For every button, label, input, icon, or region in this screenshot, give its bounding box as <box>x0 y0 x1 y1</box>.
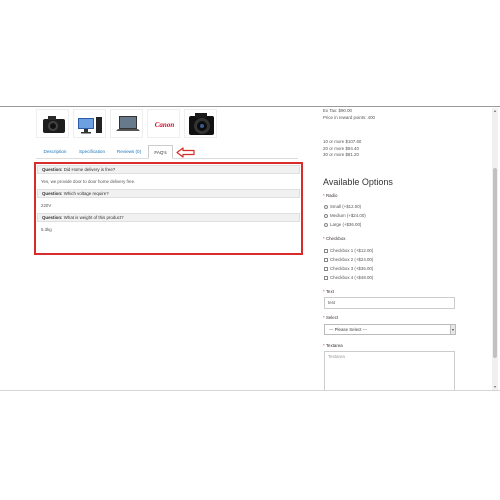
scrollbar-thumb[interactable] <box>493 168 497 358</box>
select-value: --- Please Select --- <box>329 327 368 332</box>
faq-list: Question: Did Home delivery is free? Yes… <box>37 165 300 237</box>
checkbox[interactable] <box>324 266 328 271</box>
faq-question: Question: Which voltage require? <box>37 189 300 198</box>
text-input[interactable]: test <box>324 297 455 309</box>
product-tabs: Description Specification Reviews (0) FA… <box>36 145 298 159</box>
faq-question: Question: What is weight of this product… <box>37 213 300 222</box>
reward-points: Price in reward points: 400 <box>323 114 375 120</box>
laptop-icon <box>116 116 140 131</box>
tab-specification[interactable]: Specification <box>75 145 109 159</box>
tab-faqs[interactable]: FAQ's <box>148 145 173 159</box>
discount-tier: 30 or more $81.20 <box>323 152 359 158</box>
text-label: * Text <box>323 289 334 294</box>
textarea-label: * Textarea <box>323 343 343 348</box>
thumbnail-dslr-camera[interactable] <box>36 109 69 138</box>
checkbox[interactable] <box>324 257 328 262</box>
top-divider <box>0 106 500 107</box>
available-options-heading: Available Options <box>323 177 393 187</box>
select-label: * Select <box>323 315 339 320</box>
discount-tier: 10 or more $107.60 <box>323 139 362 145</box>
radio-button[interactable] <box>324 222 328 227</box>
checkbox-label: * Checkbox <box>323 236 346 241</box>
radio-button[interactable] <box>324 213 328 218</box>
textarea-input[interactable]: Textarea <box>324 351 455 391</box>
thumbnail-canon[interactable]: Canon <box>147 109 180 138</box>
checkbox[interactable] <box>324 248 328 253</box>
pricing-panel: Ex Tax: $90.00 Price in reward points: 4… <box>323 108 463 159</box>
tab-reviews[interactable]: Reviews (0) <box>112 145 146 159</box>
radio-option-medium[interactable]: Medium (+$24.00) <box>324 213 366 218</box>
dslr-camera-large-icon <box>189 113 214 135</box>
checkbox-option-1[interactable]: Checkbox 1 (+$12.00) <box>324 248 373 253</box>
canon-logo: Canon <box>155 121 175 129</box>
page-scrollbar[interactable]: ▴ ▾ <box>492 108 498 390</box>
arrow-left-icon <box>176 147 195 158</box>
thumbnail-laptop[interactable] <box>110 109 143 138</box>
product-thumbnails: Canon <box>36 109 217 138</box>
checkbox[interactable] <box>324 275 328 280</box>
scroll-up-arrow-icon[interactable]: ▴ <box>492 108 498 114</box>
ex-tax-price: Ex Tax: $90.00 <box>323 108 352 113</box>
faq-question: Question: Did Home delivery is free? <box>37 165 300 174</box>
radio-option-large[interactable]: Large (+$36.00) <box>324 222 361 227</box>
faq-answer: 5.3kg <box>41 227 52 232</box>
bottom-divider <box>0 390 500 391</box>
select-dropdown[interactable]: --- Please Select --- ▾ <box>324 324 456 335</box>
tab-description[interactable]: Description <box>38 145 72 159</box>
dslr-camera-icon <box>43 116 65 133</box>
radio-option-small[interactable]: Small (+$12.00) <box>324 204 361 209</box>
faq-answer: Yes, we provide door to door home delive… <box>41 179 136 184</box>
desktop-computer-icon <box>78 117 102 134</box>
faq-answer: 220V <box>41 203 52 208</box>
discount-tier: 20 or more $94.40 <box>323 145 359 151</box>
chevron-down-icon[interactable]: ▾ <box>450 325 455 334</box>
radio-button[interactable] <box>324 204 328 209</box>
radio-label: * Radio <box>323 193 338 198</box>
checkbox-option-4[interactable]: Checkbox 4 (+$48.00) <box>324 275 373 280</box>
checkbox-option-2[interactable]: Checkbox 2 (+$24.00) <box>324 257 373 262</box>
svg-text:Canon: Canon <box>155 121 175 129</box>
checkbox-option-3[interactable]: Checkbox 3 (+$36.00) <box>324 266 373 271</box>
thumbnail-desktop-computer[interactable] <box>73 109 106 138</box>
thumbnail-dslr-camera-large[interactable] <box>184 109 217 138</box>
